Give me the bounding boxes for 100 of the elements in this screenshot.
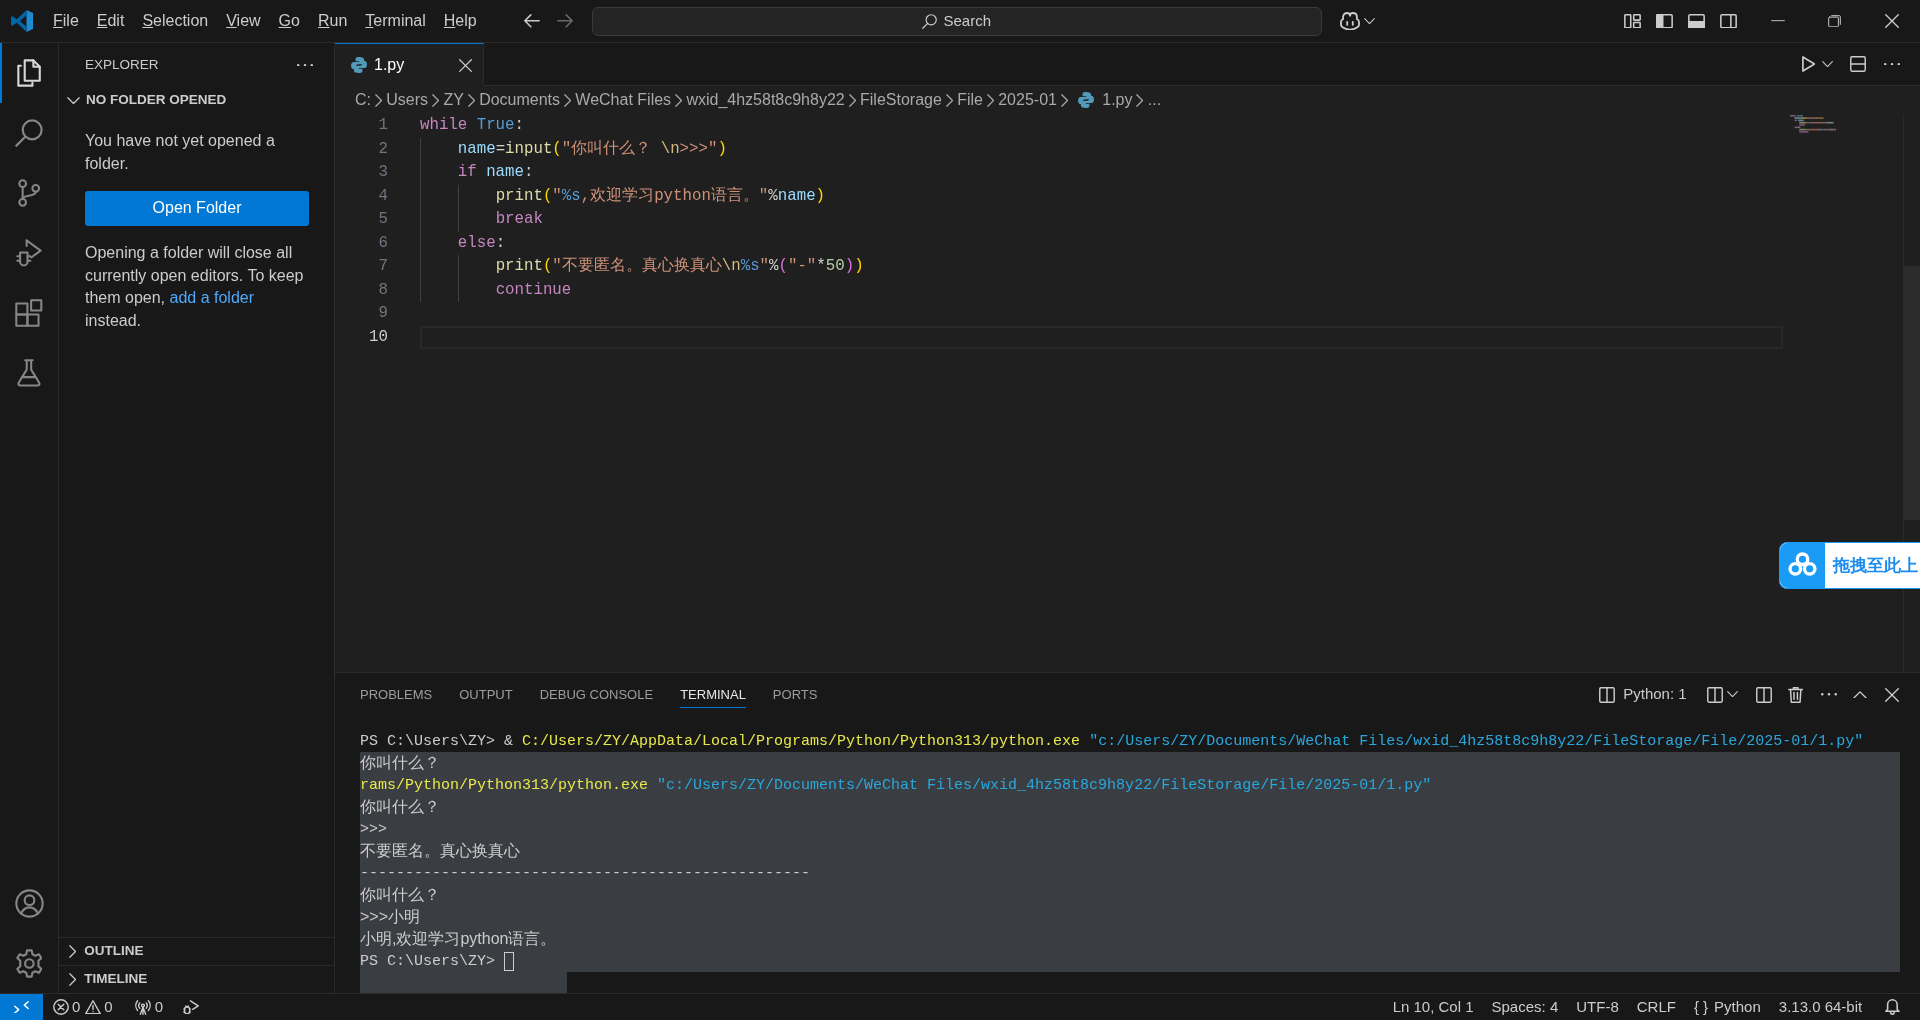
- chevron-right-icon: [986, 93, 995, 107]
- terminal-line: 不要匿名。真心换真心: [360, 841, 520, 861]
- back-arrow-icon[interactable]: [523, 14, 540, 28]
- flask-icon[interactable]: [17, 359, 41, 387]
- section-header[interactable]: NO FOLDER OPENED: [59, 87, 334, 114]
- antenna-icon: [134, 999, 151, 1015]
- search-icon[interactable]: [15, 119, 43, 147]
- cursor-position-button[interactable]: Ln 10, Col 1: [1383, 994, 1483, 1020]
- run-icon[interactable]: [1801, 56, 1815, 72]
- chevron-up-icon[interactable]: [1853, 690, 1867, 699]
- breadcrumb-item[interactable]: WeChat Files: [575, 88, 672, 112]
- search-box[interactable]: Search: [591, 6, 1322, 36]
- menu-item[interactable]: Help: [434, 6, 486, 36]
- right-sidebar-icon[interactable]: [1719, 13, 1737, 29]
- problems-button[interactable]: 0 0: [47, 994, 119, 1020]
- extensions-icon[interactable]: [15, 299, 43, 327]
- restore-icon[interactable]: [1828, 14, 1841, 28]
- breadcrumb-item[interactable]: Documents: [479, 88, 561, 112]
- chevron-right-icon: [467, 93, 476, 107]
- line-number: 5: [377, 209, 388, 230]
- section-header[interactable]: TIMELINE: [59, 966, 334, 993]
- code-line: else:: [457, 232, 506, 254]
- chevron-down-icon[interactable]: [1363, 17, 1375, 25]
- remote-button[interactable]: [0, 994, 43, 1020]
- panel-tab[interactable]: DEBUG CONSOLE: [539, 681, 654, 708]
- breadcrumb-item[interactable]: 1.py: [1102, 88, 1133, 112]
- branch-icon[interactable]: [17, 179, 41, 207]
- encoding-button[interactable]: UTF-8: [1567, 994, 1628, 1020]
- line-number: 4: [377, 185, 388, 207]
- open-folder-button[interactable]: Open Folder: [85, 191, 309, 227]
- bell-icon[interactable]: [1885, 999, 1900, 1015]
- line-number: 10: [368, 326, 388, 348]
- chevron-right-icon: [848, 93, 856, 107]
- chevron-right-icon: [945, 93, 954, 107]
- menu-item[interactable]: Edit: [87, 6, 134, 36]
- editor-tab[interactable]: 1.py: [335, 43, 484, 86]
- breadcrumb-item[interactable]: wxid_4hz58t8c9h8y22: [686, 88, 845, 112]
- play-bug-icon[interactable]: [183, 999, 200, 1015]
- active-indicator: [0, 43, 2, 103]
- panel-tab[interactable]: TERMINAL: [680, 681, 746, 708]
- line-number: 9: [377, 303, 388, 324]
- split-icon[interactable]: [1755, 686, 1772, 703]
- ports-button[interactable]: 0: [128, 994, 170, 1020]
- breadcrumb-item[interactable]: Users: [386, 88, 429, 112]
- left-sidebar-icon[interactable]: [1655, 13, 1673, 29]
- forward-arrow-icon[interactable]: [556, 14, 573, 28]
- line-number: 2: [377, 138, 388, 160]
- more-icon[interactable]: [1884, 62, 1900, 66]
- menu-item[interactable]: Terminal: [356, 6, 435, 36]
- add-folder-link[interactable]: add a folder: [169, 289, 254, 307]
- menu-item[interactable]: View: [217, 6, 270, 36]
- more-icon[interactable]: [297, 63, 313, 67]
- indentation-button[interactable]: Spaces: 4: [1482, 994, 1568, 1020]
- terminal-line: 你叫什么？: [360, 797, 440, 817]
- code-line: if name:: [457, 162, 534, 183]
- app-logo-icon[interactable]: [11, 10, 33, 32]
- split-editor-icon[interactable]: [1850, 56, 1866, 72]
- line-ending-button[interactable]: CRLF: [1627, 994, 1685, 1020]
- interpreter-button[interactable]: 3.13.0 64-bit: [1769, 994, 1872, 1020]
- menu-item[interactable]: File: [44, 6, 88, 36]
- breadcrumb-item[interactable]: ZY: [443, 88, 464, 112]
- chevron-down-icon[interactable]: [1822, 60, 1833, 68]
- line-number: 3: [377, 162, 388, 183]
- empty-folder-message: You have not yet opened a folder.: [85, 131, 276, 174]
- breadcrumb-item[interactable]: File: [957, 88, 983, 112]
- chevron-down-icon[interactable]: [1726, 691, 1738, 698]
- section-header[interactable]: OUTLINE: [59, 938, 334, 965]
- breadcrumb-item[interactable]: C:: [355, 88, 371, 112]
- panel-tab[interactable]: PORTS: [772, 681, 818, 708]
- menu-item[interactable]: Run: [308, 6, 357, 36]
- terminal-line: >>>: [360, 820, 387, 840]
- close-icon[interactable]: [1884, 14, 1899, 28]
- close-icon[interactable]: [1885, 687, 1899, 702]
- bottom-panel-icon[interactable]: [1687, 13, 1705, 29]
- split-terminal-icon[interactable]: [1706, 686, 1723, 703]
- menu-item[interactable]: Selection: [133, 6, 218, 36]
- settings-icon[interactable]: [15, 948, 43, 978]
- terminal-line: 小明,欢迎学习python语言。: [360, 929, 557, 949]
- search-icon: [922, 13, 938, 29]
- menu-item[interactable]: Go: [269, 6, 309, 36]
- minimize-icon[interactable]: [1770, 20, 1785, 22]
- terminal-selector[interactable]: Python: 1: [1599, 683, 1687, 706]
- upload-drop-label: 拖拽至此上: [1833, 554, 1918, 577]
- language-button[interactable]: { } Python: [1684, 994, 1770, 1020]
- panel-tab[interactable]: PROBLEMS: [360, 681, 433, 708]
- code-line: print("%s,欢迎学习python语言。"%name): [495, 185, 826, 207]
- panel-tab[interactable]: OUTPUT: [459, 681, 513, 708]
- breadcrumb-item[interactable]: FileStorage: [860, 88, 942, 112]
- minimap-drawing[interactable]: [1790, 115, 1836, 133]
- trash-icon[interactable]: [1787, 686, 1803, 703]
- more-icon[interactable]: [1821, 693, 1837, 696]
- play-bug-icon[interactable]: [15, 239, 43, 267]
- breadcrumb-item[interactable]: 2025-01: [998, 88, 1057, 112]
- layout-icon[interactable]: [1623, 13, 1641, 29]
- chevron-right-icon: [564, 93, 572, 107]
- breadcrumb-item[interactable]: ...: [1147, 88, 1162, 112]
- account-icon[interactable]: [14, 888, 44, 918]
- robot-icon[interactable]: [1339, 11, 1360, 31]
- files-icon[interactable]: [16, 59, 42, 87]
- close-icon[interactable]: [459, 58, 472, 72]
